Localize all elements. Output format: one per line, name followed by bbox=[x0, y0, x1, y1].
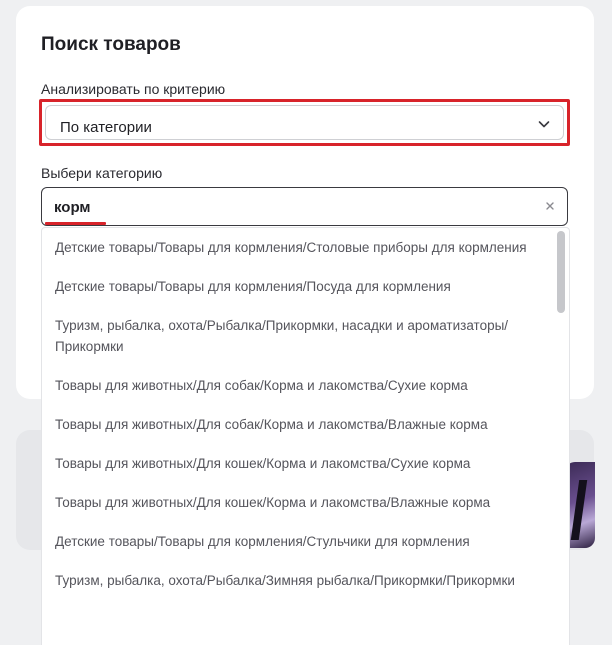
category-label: Выбери категорию bbox=[41, 165, 163, 181]
page-title: Поиск товаров bbox=[41, 34, 181, 55]
category-search-input[interactable] bbox=[54, 196, 524, 218]
criterion-label: Анализировать по критерию bbox=[41, 81, 226, 97]
dropdown-option[interactable]: Детские товары/Товары для кормления/Посу… bbox=[42, 267, 569, 306]
criterion-select-highlight: По категории bbox=[39, 99, 570, 146]
category-search-field[interactable] bbox=[41, 187, 568, 226]
dropdown-option[interactable]: Товары для животных/Для собак/Корма и ла… bbox=[42, 366, 569, 405]
close-icon[interactable] bbox=[543, 199, 557, 213]
dropdown-option[interactable]: Детские товары/Товары для кормления/Стул… bbox=[42, 522, 569, 561]
dropdown-option[interactable]: Товары для животных/Для собак/Корма и ла… bbox=[42, 405, 569, 444]
dropdown-option[interactable]: Товары для животных/Для кошек/Корма и ла… bbox=[42, 444, 569, 483]
scrollbar-thumb[interactable] bbox=[557, 231, 565, 313]
chevron-down-icon[interactable] bbox=[537, 117, 551, 131]
dropdown-option[interactable]: Туризм, рыбалка, охота/Рыбалка/Зимняя ры… bbox=[42, 561, 569, 600]
dropdown-scrollbar[interactable] bbox=[557, 231, 565, 641]
query-underline-highlight bbox=[45, 222, 106, 225]
category-dropdown: Детские товары/Товары для кормления/Стол… bbox=[41, 227, 570, 645]
dropdown-option[interactable]: Туризм, рыбалка, охота/Рыбалка/Прикормки… bbox=[42, 306, 569, 366]
criterion-select-value: По категории bbox=[60, 119, 152, 136]
dropdown-option[interactable]: Детские товары/Товары для кормления/Стол… bbox=[42, 228, 569, 267]
dropdown-option[interactable]: Товары для животных/Для кошек/Корма и ла… bbox=[42, 483, 569, 522]
criterion-select[interactable]: По категории bbox=[45, 105, 564, 140]
